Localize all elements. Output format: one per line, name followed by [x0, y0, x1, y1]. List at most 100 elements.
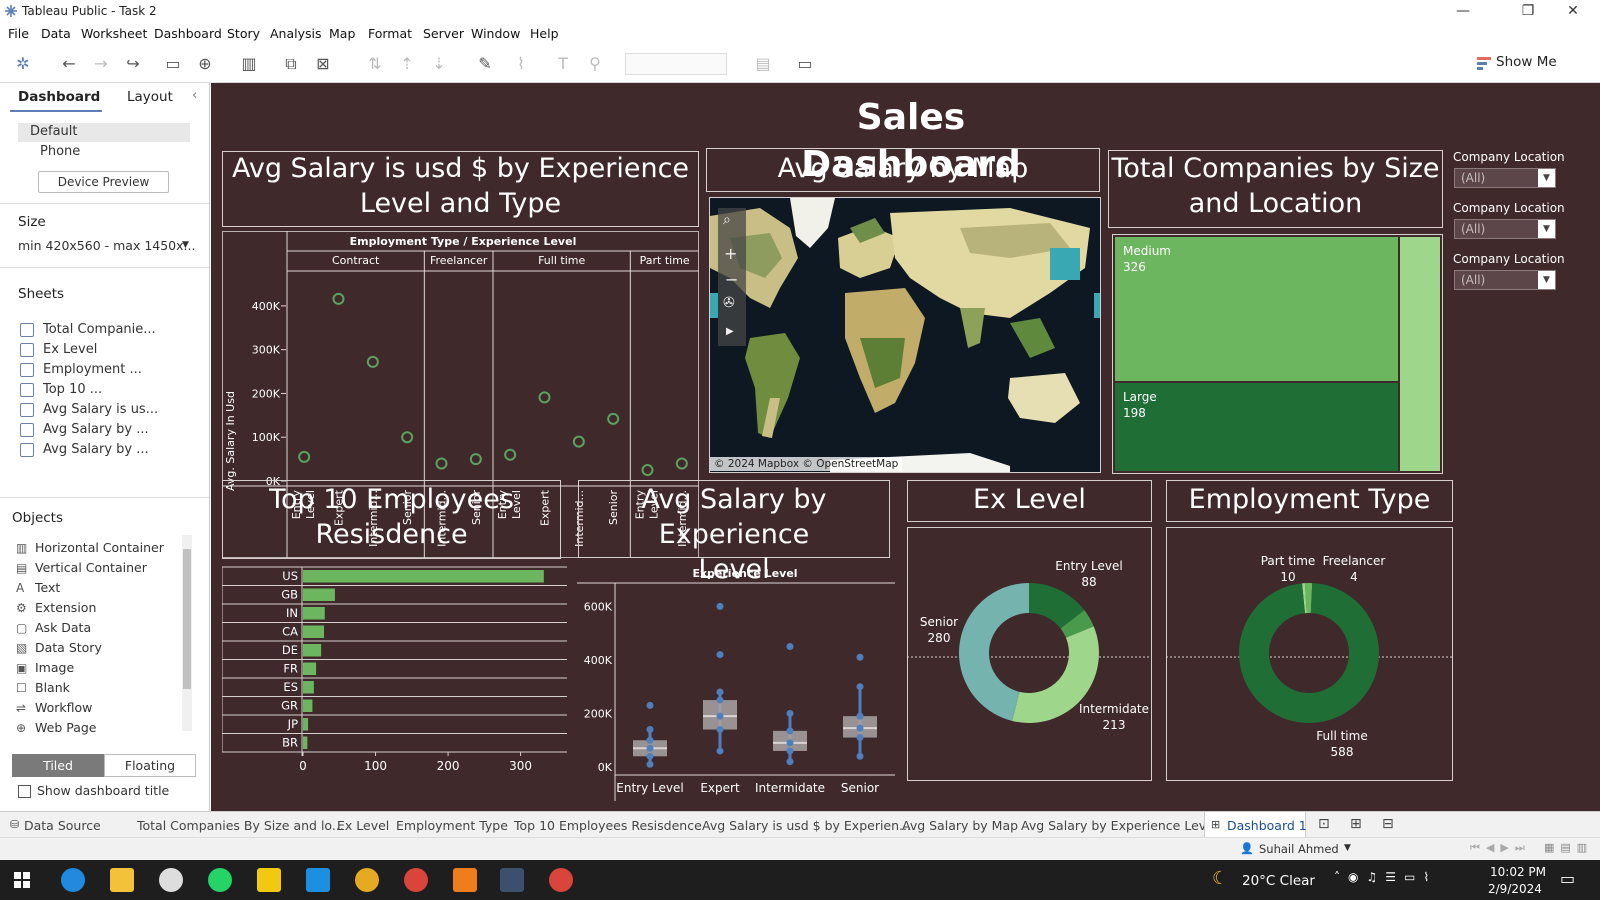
menu-story[interactable]: Story — [227, 26, 260, 41]
tiled-button[interactable]: Tiled — [12, 754, 104, 777]
sort-desc-icon[interactable]: ⇣ — [428, 53, 450, 75]
bar[interactable] — [303, 662, 317, 676]
box-point[interactable] — [646, 752, 654, 760]
object-item[interactable]: Image — [35, 660, 74, 675]
box-point[interactable] — [716, 747, 724, 755]
show-me-icon[interactable] — [1477, 56, 1491, 70]
bar[interactable] — [303, 588, 335, 602]
chevron-down-icon[interactable]: ▼ — [182, 240, 189, 250]
tableau-home-icon[interactable]: ✲ — [12, 53, 34, 75]
new-worksheet-icon[interactable]: ▥ — [238, 53, 260, 75]
vlc-icon[interactable] — [453, 868, 477, 892]
chevron-down-icon[interactable]: ▼ — [1538, 220, 1555, 238]
pager-icons[interactable]: ⏮◀▶⏭ — [1470, 841, 1531, 855]
object-item[interactable]: Vertical Container — [35, 560, 147, 575]
box-point[interactable] — [786, 727, 794, 735]
labels-icon[interactable]: T — [552, 53, 574, 75]
outlier-point[interactable] — [716, 602, 724, 610]
sheet-item[interactable]: Top 10 ... — [43, 382, 102, 397]
bar[interactable] — [303, 718, 309, 731]
zoom-out-icon[interactable]: − — [725, 270, 738, 289]
tab-sheet[interactable]: Total Companies By Size and lo... — [137, 818, 344, 833]
sheet-item[interactable]: Avg Salary by ... — [43, 422, 149, 437]
object-item[interactable]: Blank — [35, 680, 70, 695]
objects-scrollbar[interactable] — [182, 535, 192, 731]
menu-worksheet[interactable]: Worksheet — [81, 26, 147, 41]
top10-bar-chart[interactable]: US GB IN CA DE FR ES GR JP BR0 100 200 300 — [222, 565, 567, 797]
show-title-checkbox[interactable] — [18, 785, 31, 798]
exp-box-plot[interactable]: Experience Level 600K 400K 200K 0KEntry Lev… — [577, 563, 895, 801]
treemap-cell-large[interactable] — [1115, 383, 1398, 471]
maximize-button[interactable]: ❐ — [1505, 0, 1551, 23]
edge-icon[interactable] — [61, 868, 85, 892]
box-point[interactable] — [716, 726, 724, 734]
bar[interactable] — [303, 736, 308, 750]
box-point[interactable] — [646, 744, 654, 752]
scatter-point[interactable] — [435, 457, 448, 470]
floating-button[interactable]: Floating — [104, 754, 196, 777]
undo-icon[interactable]: ← — [58, 53, 80, 75]
scrollbar-thumb[interactable] — [183, 549, 191, 689]
box-point[interactable] — [646, 736, 654, 744]
bar[interactable] — [303, 699, 313, 713]
fit-dropdown[interactable] — [625, 53, 727, 75]
object-item[interactable]: Web Page — [35, 720, 97, 735]
size-dropdown[interactable]: min 420x560 - max 1450x... — [18, 238, 195, 253]
menu-file[interactable]: File — [8, 26, 29, 41]
chrome-icon[interactable] — [355, 868, 379, 892]
scatter-point[interactable] — [641, 464, 654, 477]
tableau-taskbar-icon[interactable] — [500, 868, 524, 892]
box-point[interactable] — [786, 747, 794, 755]
pin-icon[interactable]: ⚲ — [584, 53, 606, 75]
duplicate-icon[interactable]: ⧉ — [280, 53, 302, 75]
pin-map-icon[interactable]: ✇ — [723, 295, 735, 311]
outlier-point[interactable] — [856, 653, 864, 661]
box-point[interactable] — [786, 709, 794, 717]
group-icon[interactable]: ⌇ — [510, 53, 532, 75]
treemap-chart[interactable]: Medium 326 Large 198 — [1112, 234, 1443, 474]
sheet-item[interactable]: Employment ... — [43, 362, 142, 377]
tab-sheet[interactable]: Top 10 Employees Resisdence — [514, 818, 702, 833]
tab-dashboard-1[interactable]: Dashboard 1 — [1227, 818, 1307, 833]
tab-data-source[interactable]: Data Source — [24, 818, 101, 833]
menu-format[interactable]: Format — [368, 26, 412, 41]
ex-level-donut-chart[interactable]: Entry Level 88 Senior 280 Intermidate 21… — [907, 527, 1152, 781]
menu-help[interactable]: Help — [530, 26, 559, 41]
collapse-panel-icon[interactable]: ‹ — [192, 88, 197, 103]
clock-time[interactable]: 10:02 PM — [1490, 865, 1546, 879]
box-point[interactable] — [856, 752, 864, 760]
box-point[interactable] — [716, 688, 724, 696]
employment-type-donut-chart[interactable]: Part time 10 Freelancer 4 Full time 588 — [1166, 527, 1453, 781]
search-map-icon[interactable]: ⌕ — [723, 212, 731, 228]
show-cards-icon[interactable]: ▤ — [752, 53, 774, 75]
bar[interactable] — [303, 607, 325, 620]
device-phone[interactable]: Phone — [40, 144, 80, 159]
sheet-item[interactable]: Avg Salary is us... — [43, 402, 158, 417]
box-point[interactable] — [856, 724, 864, 732]
menu-server[interactable]: Server — [423, 26, 464, 41]
box-point[interactable] — [716, 712, 724, 720]
swap-icon[interactable]: ⇅ — [364, 53, 386, 75]
object-item[interactable]: Workflow — [35, 700, 92, 715]
object-item[interactable]: Text — [35, 580, 60, 595]
device-default[interactable]: Default — [30, 124, 78, 139]
menu-window[interactable]: Window — [471, 26, 520, 41]
scatter-point[interactable] — [504, 448, 517, 461]
weather-text[interactable]: 20°C Clear — [1242, 873, 1315, 889]
outlier-point[interactable] — [646, 701, 654, 709]
notification-icon[interactable]: ▭ — [1560, 869, 1575, 888]
new-story-tab-icon[interactable]: ⊟ — [1382, 816, 1394, 832]
scatter-point[interactable] — [332, 292, 345, 305]
tray-icons[interactable]: ˄◉♫☰▭⌇ — [1334, 870, 1437, 884]
chrome-profile-icon[interactable] — [404, 868, 428, 892]
tab-sheet[interactable]: Avg Salary is usd $ by Experien... — [702, 818, 911, 833]
whatsapp-icon[interactable] — [208, 868, 232, 892]
bar[interactable] — [303, 681, 314, 694]
user-name[interactable]: Suhail Ahmed — [1259, 842, 1339, 856]
menu-analysis[interactable]: Analysis — [270, 26, 322, 41]
scatter-point[interactable] — [469, 453, 482, 466]
box-point[interactable] — [856, 734, 864, 742]
file-explorer-icon[interactable] — [110, 868, 134, 892]
object-item[interactable]: Ask Data — [35, 620, 91, 635]
app-icon[interactable] — [159, 868, 183, 892]
